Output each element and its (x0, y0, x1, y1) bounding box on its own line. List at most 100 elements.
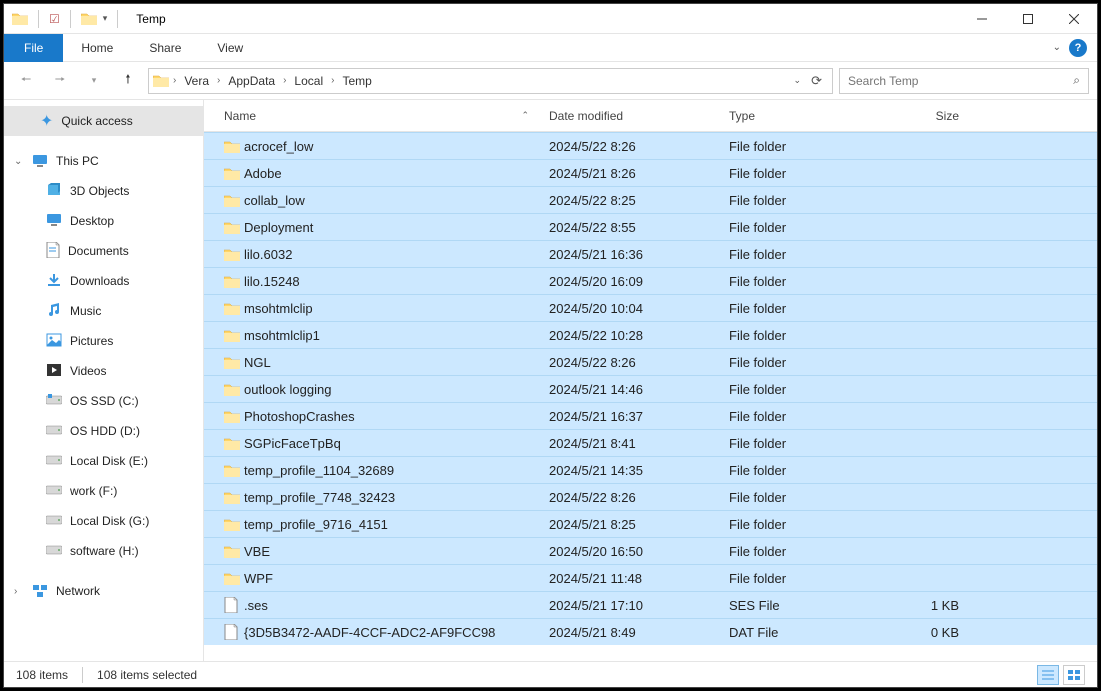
sidebar-item-label: Music (70, 304, 101, 318)
file-date: 2024/5/22 8:26 (549, 490, 729, 505)
help-icon[interactable]: ? (1069, 39, 1087, 57)
column-size[interactable]: Size (879, 109, 959, 123)
up-button[interactable]: 🠕 (114, 67, 142, 95)
titlebar: ☑ ▾ Temp (4, 4, 1097, 34)
sidebar-item-label: Local Disk (G:) (70, 514, 149, 528)
sidebar-item[interactable]: Documents (4, 236, 203, 266)
file-icon (224, 624, 238, 640)
table-row[interactable]: outlook logging2024/5/21 14:46File folde… (204, 375, 1097, 402)
table-row[interactable]: temp_profile_1104_326892024/5/21 14:35Fi… (204, 456, 1097, 483)
chevron-right-icon[interactable]: › (281, 75, 288, 86)
table-row[interactable]: Deployment2024/5/22 8:55File folder (204, 213, 1097, 240)
navigation-pane[interactable]: ✦ Quick access ⌄ This PC 3D ObjectsDeskt… (4, 100, 204, 661)
qat-properties-icon[interactable]: ☑ (49, 12, 60, 26)
minimize-button[interactable] (959, 4, 1005, 34)
recent-dropdown[interactable]: ▾ (80, 67, 108, 95)
expand-ribbon-icon[interactable]: ⌄ (1053, 42, 1061, 53)
table-row[interactable]: VBE2024/5/20 16:50File folder (204, 537, 1097, 564)
sidebar-item[interactable]: Local Disk (G:) (4, 506, 203, 536)
maximize-button[interactable] (1005, 4, 1051, 34)
file-type: File folder (729, 382, 879, 397)
table-row[interactable]: {3D5B3472-AADF-4CCF-ADC2-AF9FCC982024/5/… (204, 618, 1097, 645)
qat-dropdown-icon[interactable]: ▾ (103, 13, 108, 24)
table-row[interactable]: msohtmlclip2024/5/20 10:04File folder (204, 294, 1097, 321)
sidebar-item-this-pc[interactable]: ⌄ This PC (4, 146, 203, 176)
tab-share[interactable]: Share (131, 34, 199, 62)
close-button[interactable] (1051, 4, 1097, 34)
search-icon[interactable]: ⌕ (1073, 73, 1080, 88)
refresh-icon[interactable]: ⟳ (805, 73, 828, 89)
folder-icon (224, 518, 240, 531)
sidebar-item-label: Pictures (70, 334, 113, 348)
file-rows[interactable]: acrocef_low2024/5/22 8:26File folderAdob… (204, 132, 1097, 661)
table-row[interactable]: .ses2024/5/21 17:10SES File1 KB (204, 591, 1097, 618)
sidebar-item[interactable]: OS HDD (D:) (4, 416, 203, 446)
breadcrumb[interactable]: Temp (338, 74, 375, 88)
breadcrumb[interactable]: Vera (180, 74, 213, 88)
chevron-right-icon[interactable]: › (215, 75, 222, 86)
sidebar-item[interactable]: software (H:) (4, 536, 203, 566)
table-row[interactable]: temp_profile_7748_324232024/5/22 8:26Fil… (204, 483, 1097, 510)
sidebar-item[interactable]: Videos (4, 356, 203, 386)
selected-count: 108 items selected (97, 668, 197, 682)
folder-icon (224, 464, 240, 477)
drive-icon (46, 424, 62, 439)
sidebar-item-network[interactable]: › Network (4, 576, 203, 606)
file-date: 2024/5/22 8:55 (549, 220, 729, 235)
breadcrumb[interactable]: Local (290, 74, 327, 88)
table-row[interactable]: WPF2024/5/21 11:48File folder (204, 564, 1097, 591)
table-row[interactable]: temp_profile_9716_41512024/5/21 8:25File… (204, 510, 1097, 537)
thumbnails-view-button[interactable] (1063, 665, 1085, 685)
quick-access-icon: ✦ (40, 111, 53, 131)
column-date[interactable]: Date modified (549, 109, 729, 123)
forward-button[interactable]: 🠖 (46, 67, 74, 95)
breadcrumb[interactable]: AppData (224, 74, 279, 88)
expand-icon[interactable]: › (14, 586, 17, 597)
table-row[interactable]: msohtmlclip12024/5/22 10:28File folder (204, 321, 1097, 348)
network-icon (32, 584, 48, 598)
file-name: VBE (244, 544, 549, 559)
sidebar-item[interactable]: 3D Objects (4, 176, 203, 206)
search-input[interactable] (848, 74, 1073, 88)
folder-icon (224, 140, 240, 153)
folder-icon (224, 302, 240, 315)
chevron-right-icon[interactable]: › (329, 75, 336, 86)
table-row[interactable]: SGPicFaceTpBq2024/5/21 8:41File folder (204, 429, 1097, 456)
sidebar-item[interactable]: Downloads (4, 266, 203, 296)
table-row[interactable]: Adobe2024/5/21 8:26File folder (204, 159, 1097, 186)
table-row[interactable]: lilo.152482024/5/20 16:09File folder (204, 267, 1097, 294)
sidebar-item[interactable]: Pictures (4, 326, 203, 356)
column-type[interactable]: Type (729, 109, 879, 123)
folder-icon (153, 74, 169, 87)
table-row[interactable]: NGL2024/5/22 8:26File folder (204, 348, 1097, 375)
file-date: 2024/5/21 17:10 (549, 598, 729, 613)
file-type: File folder (729, 328, 879, 343)
sidebar-item[interactable]: OS SSD (C:) (4, 386, 203, 416)
search-box[interactable]: ⌕ (839, 68, 1089, 94)
sidebar-item[interactable]: Music (4, 296, 203, 326)
table-row[interactable]: acrocef_low2024/5/22 8:26File folder (204, 132, 1097, 159)
tab-file[interactable]: File (4, 34, 63, 62)
file-type: File folder (729, 166, 879, 181)
collapse-icon[interactable]: ⌄ (14, 156, 22, 167)
tab-view[interactable]: View (199, 34, 261, 62)
sidebar-item[interactable]: Local Disk (E:) (4, 446, 203, 476)
sidebar-item[interactable]: Desktop (4, 206, 203, 236)
details-view-button[interactable] (1037, 665, 1059, 685)
tab-home[interactable]: Home (63, 34, 131, 62)
column-name[interactable]: Name⌃ (224, 109, 549, 123)
file-date: 2024/5/21 8:49 (549, 625, 729, 640)
sidebar-item-quick-access[interactable]: ✦ Quick access (4, 106, 203, 136)
sort-asc-icon: ⌃ (521, 110, 529, 121)
address-dropdown-icon[interactable]: ⌄ (794, 75, 802, 86)
drive-icon (46, 484, 62, 499)
address-bar[interactable]: › Vera › AppData › Local › Temp ⌄ ⟳ (148, 68, 833, 94)
sidebar-item-label: work (F:) (70, 484, 117, 498)
sidebar-item[interactable]: work (F:) (4, 476, 203, 506)
chevron-right-icon[interactable]: › (171, 75, 178, 86)
table-row[interactable]: lilo.60322024/5/21 16:36File folder (204, 240, 1097, 267)
back-button[interactable]: 🠔 (12, 67, 40, 95)
table-row[interactable]: collab_low2024/5/22 8:25File folder (204, 186, 1097, 213)
table-row[interactable]: PhotoshopCrashes2024/5/21 16:37File fold… (204, 402, 1097, 429)
file-list: Name⌃ Date modified Type Size acrocef_lo… (204, 100, 1097, 661)
